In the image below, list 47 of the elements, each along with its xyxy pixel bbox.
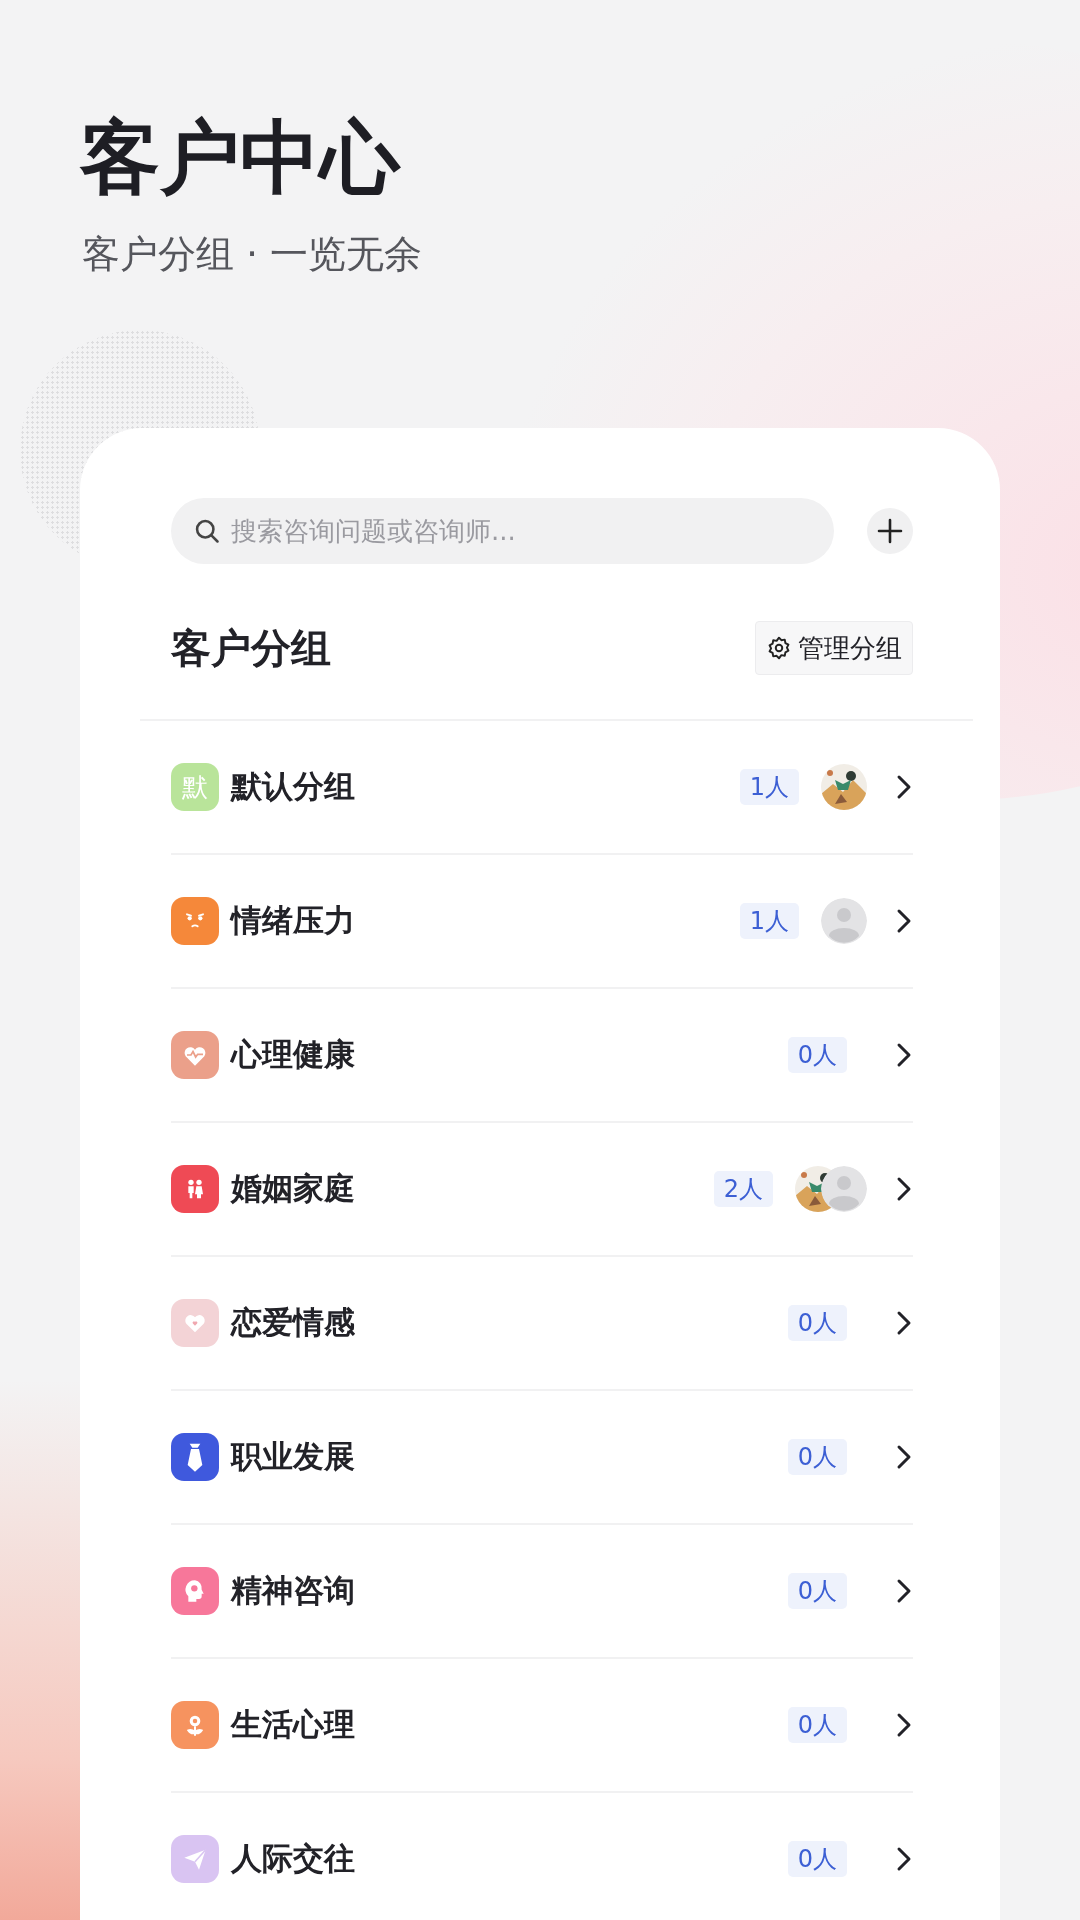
group-row[interactable]: 默 默认分组 1人 [171,721,913,855]
member-count: 1人 [739,769,799,805]
chevron-right-icon[interactable] [895,1711,913,1739]
group-row[interactable]: 情绪压力 1人 [171,855,913,989]
group-initial: 默 [171,763,219,811]
member-count: 0人 [787,1037,847,1073]
group-row[interactable]: 恋爱情感 0人 [171,1257,913,1391]
avatar-placeholder-icon [821,1166,867,1212]
group-name: 心理健康 [231,1035,356,1074]
group-row[interactable]: 心理健康 0人 [171,989,913,1123]
member-count: 0人 [787,1573,847,1609]
chevron-right-icon[interactable] [895,1845,913,1873]
settings-icon [766,635,792,661]
chevron-right-icon[interactable] [895,1041,913,1069]
group-row[interactable]: 精神咨询 0人 [171,1525,913,1659]
group-name: 默认分组 [231,767,356,806]
chevron-right-icon[interactable] [895,1175,913,1203]
group-name: 婚姻家庭 [231,1169,356,1208]
group-name: 生活心理 [231,1705,356,1744]
member-count: 0人 [787,1841,847,1877]
group-name: 恋爱情感 [231,1303,356,1342]
group-name: 人际交往 [231,1839,356,1878]
group-row[interactable]: 职业发展 0人 [171,1391,913,1525]
member-count: 0人 [787,1305,847,1341]
member-count: 0人 [787,1439,847,1475]
chevron-right-icon[interactable] [895,907,913,935]
plus-icon [877,518,903,544]
section-title: 客户分组 [171,623,331,673]
chevron-right-icon[interactable] [895,773,913,801]
avatar-placeholder-icon [821,898,867,944]
group-row[interactable]: 婚姻家庭 2人 [171,1123,913,1257]
search-field[interactable]: 搜索咨询问题或咨询师... [171,498,834,564]
manage-groups-button[interactable]: 管理分组 [755,621,913,675]
member-count: 2人 [713,1171,773,1207]
add-button[interactable] [867,508,913,554]
chevron-right-icon[interactable] [895,1309,913,1337]
group-row[interactable]: 人际交往 0人 [171,1793,913,1920]
group-name: 职业发展 [231,1437,356,1476]
page-subtitle: 客户分组 · 一览无余 [82,231,424,278]
page-title: 客户中心 [80,110,402,206]
chevron-right-icon[interactable] [895,1443,913,1471]
group-row[interactable]: 生活心理 0人 [171,1659,913,1793]
group-name: 情绪压力 [231,901,356,940]
chevron-right-icon[interactable] [895,1577,913,1605]
group-name: 精神咨询 [231,1571,356,1610]
member-count: 1人 [739,903,799,939]
member-count: 0人 [787,1707,847,1743]
